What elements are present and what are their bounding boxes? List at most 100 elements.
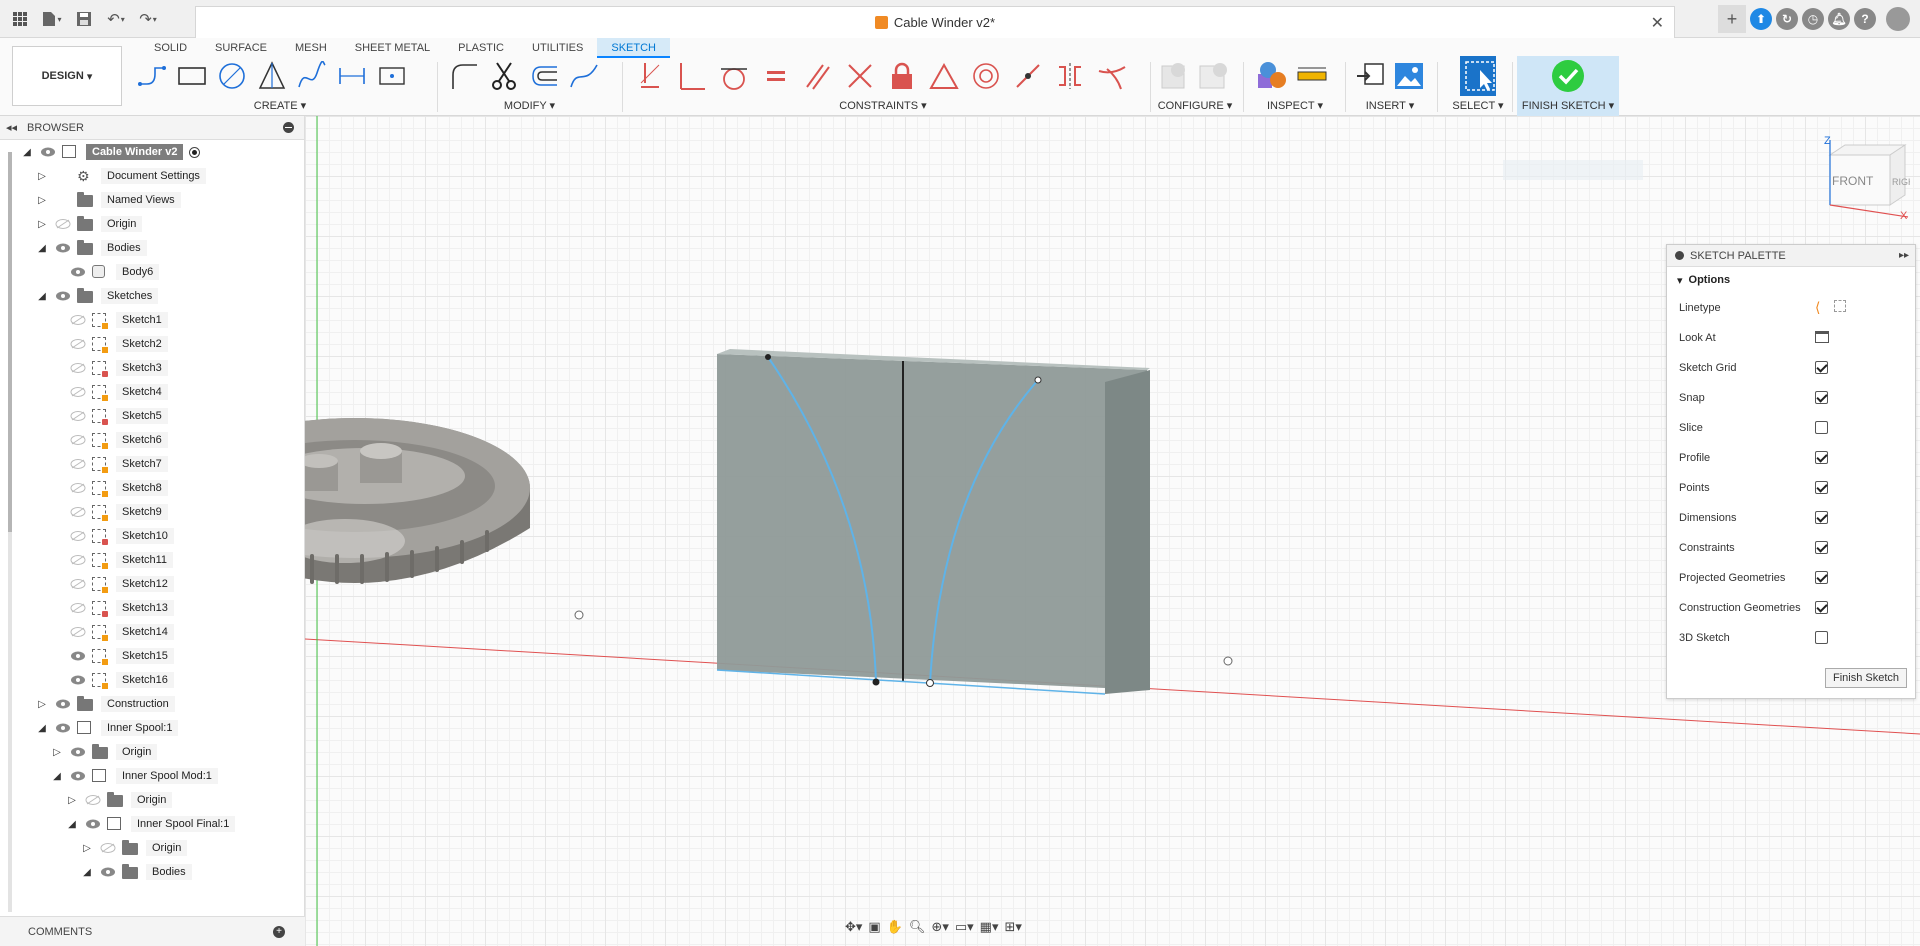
close-tab-icon[interactable]: ✕ bbox=[1651, 13, 1664, 33]
palette-checkbox[interactable] bbox=[1815, 511, 1828, 524]
fix-lock-icon[interactable] bbox=[884, 58, 920, 94]
visibility-eye-icon[interactable] bbox=[70, 675, 86, 685]
visibility-eye-icon[interactable] bbox=[70, 459, 86, 469]
palette-checkbox[interactable] bbox=[1815, 391, 1828, 404]
browser-tree-item[interactable]: Sketch10 bbox=[0, 524, 304, 548]
collapse-arrow-icon[interactable]: ◢ bbox=[35, 243, 49, 254]
minimize-palette-icon[interactable] bbox=[1675, 251, 1684, 260]
finish-sketch-label[interactable]: FINISH SKETCH ▾ bbox=[1517, 99, 1619, 112]
collapse-arrow-icon[interactable]: ◢ bbox=[80, 867, 94, 878]
browser-tree-item[interactable]: ◢ Inner Spool Final:1 bbox=[0, 812, 304, 836]
activate-radio-icon[interactable] bbox=[189, 146, 201, 158]
midpoint-icon[interactable] bbox=[926, 58, 962, 94]
visibility-eye-icon[interactable] bbox=[55, 243, 71, 253]
parallel-icon[interactable] bbox=[800, 58, 836, 94]
browser-tree-item[interactable]: Sketch2 bbox=[0, 332, 304, 356]
browser-tree-item[interactable]: Sketch13 bbox=[0, 596, 304, 620]
visibility-eye-icon[interactable] bbox=[70, 579, 86, 589]
finish-sketch-check-icon[interactable] bbox=[1550, 58, 1586, 94]
document-tab[interactable]: Cable Winder v2* ✕ bbox=[195, 6, 1675, 38]
tab-sketch[interactable]: SKETCH bbox=[597, 38, 670, 58]
expand-arrow-icon[interactable]: ▷ bbox=[35, 219, 49, 230]
visibility-eye-icon[interactable] bbox=[85, 819, 101, 829]
palette-checkbox[interactable] bbox=[1815, 481, 1828, 494]
visibility-eye-icon[interactable] bbox=[40, 147, 56, 157]
select-label[interactable]: SELECT ▾ bbox=[1443, 99, 1513, 112]
polygon-icon[interactable] bbox=[254, 58, 290, 94]
help-icon[interactable]: ? bbox=[1854, 8, 1876, 30]
visibility-eye-icon[interactable] bbox=[70, 315, 86, 325]
save-icon[interactable] bbox=[70, 5, 98, 33]
rectangle-icon[interactable] bbox=[174, 58, 210, 94]
browser-tree-item[interactable]: ▷ Named Views bbox=[0, 188, 304, 212]
browser-tree-item[interactable]: ▷ Origin bbox=[0, 740, 304, 764]
clock-icon[interactable]: ◷ bbox=[1802, 8, 1824, 30]
browser-tree-item[interactable]: Sketch9 bbox=[0, 500, 304, 524]
visibility-eye-icon[interactable] bbox=[70, 531, 86, 541]
tab-plastic[interactable]: PLASTIC bbox=[444, 38, 518, 58]
collapse-arrow-icon[interactable]: ◢ bbox=[50, 771, 64, 782]
palette-checkbox[interactable] bbox=[1815, 571, 1828, 584]
viewports-icon[interactable]: ⊞▾ bbox=[1004, 919, 1021, 935]
offset-icon[interactable] bbox=[526, 58, 562, 94]
minimize-panel-icon[interactable] bbox=[283, 122, 294, 133]
zoom-window-icon[interactable]: ⊕▾ bbox=[931, 919, 948, 935]
browser-tree-item[interactable]: ◢ Inner Spool:1 bbox=[0, 716, 304, 740]
coincident-icon[interactable] bbox=[674, 58, 710, 94]
file-menu-icon[interactable]: ▾ bbox=[38, 5, 66, 33]
visibility-eye-icon[interactable] bbox=[55, 699, 71, 709]
browser-tree-item[interactable]: Sketch4 bbox=[0, 380, 304, 404]
visibility-eye-icon[interactable] bbox=[55, 723, 71, 733]
horizontal-vertical-icon[interactable] bbox=[632, 58, 668, 94]
job-status-icon[interactable]: ↻ bbox=[1776, 8, 1798, 30]
visibility-eye-icon[interactable] bbox=[70, 363, 86, 373]
tab-solid[interactable]: SOLID bbox=[140, 38, 201, 58]
tab-surface[interactable]: SURFACE bbox=[201, 38, 281, 58]
avatar[interactable] bbox=[1886, 7, 1910, 31]
parameters-icon[interactable] bbox=[1159, 58, 1193, 94]
notification-bell-icon[interactable]: 🔔︎ bbox=[1828, 8, 1850, 30]
collapse-arrow-icon[interactable]: ◢ bbox=[20, 147, 34, 158]
new-tab-icon[interactable]: + bbox=[1718, 5, 1746, 33]
select-cursor-icon[interactable] bbox=[1460, 56, 1496, 96]
linetype-centerline-icon[interactable] bbox=[1833, 300, 1846, 312]
palette-checkbox[interactable] bbox=[1815, 631, 1828, 644]
visibility-eye-icon[interactable] bbox=[100, 867, 116, 877]
expand-arrow-icon[interactable]: ▷ bbox=[35, 195, 49, 206]
options-section[interactable]: ▾ Options bbox=[1667, 267, 1915, 293]
point-icon[interactable] bbox=[374, 58, 410, 94]
browser-tree-item[interactable]: ▷ Origin bbox=[0, 836, 304, 860]
browser-tree-item[interactable]: Sketch5 bbox=[0, 404, 304, 428]
browser-tree-item[interactable]: Sketch6 bbox=[0, 428, 304, 452]
palette-checkbox[interactable] bbox=[1815, 541, 1828, 554]
visibility-eye-icon[interactable] bbox=[85, 795, 101, 805]
visibility-eye-icon[interactable] bbox=[70, 747, 86, 757]
visibility-eye-icon[interactable] bbox=[70, 483, 86, 493]
orbit-icon[interactable]: ✥▾ bbox=[845, 919, 862, 935]
browser-tree-item[interactable]: ◢ Bodies bbox=[0, 860, 304, 884]
visibility-eye-icon[interactable] bbox=[70, 267, 86, 277]
browser-tree-item[interactable]: ▷ Construction bbox=[0, 692, 304, 716]
finish-sketch-group[interactable]: FINISH SKETCH ▾ bbox=[1517, 56, 1619, 116]
constraints-label[interactable]: CONSTRAINTS ▾ bbox=[628, 99, 1138, 112]
measure-icon[interactable] bbox=[1294, 58, 1330, 94]
fillet-icon[interactable] bbox=[446, 58, 482, 94]
palette-finish-sketch-button[interactable]: Finish Sketch bbox=[1825, 668, 1907, 688]
palette-checkbox[interactable] bbox=[1815, 601, 1828, 614]
view-cube[interactable]: FRONT RIGHT Z X bbox=[1810, 135, 1920, 225]
collapse-arrow-icon[interactable]: ◢ bbox=[35, 723, 49, 734]
display-settings-icon[interactable]: ▭▾ bbox=[955, 919, 974, 935]
look-at-icon[interactable] bbox=[1815, 331, 1829, 343]
browser-tree-item[interactable]: Sketch16 bbox=[0, 668, 304, 692]
canvas-image-icon[interactable] bbox=[1392, 58, 1426, 94]
grid-settings-icon[interactable]: ▦▾ bbox=[980, 919, 999, 935]
zoom-icon[interactable]: 🔍︎ bbox=[909, 919, 926, 935]
perpendicular-icon[interactable] bbox=[842, 58, 878, 94]
browser-tree-item[interactable]: Sketch3 bbox=[0, 356, 304, 380]
spool-body[interactable] bbox=[305, 418, 530, 584]
visibility-eye-icon[interactable] bbox=[70, 339, 86, 349]
look-at-icon[interactable]: ▣ bbox=[868, 919, 880, 935]
expand-arrow-icon[interactable]: ▷ bbox=[65, 795, 79, 806]
collapse-arrow-icon[interactable]: ◢ bbox=[65, 819, 79, 830]
tab-mesh[interactable]: MESH bbox=[281, 38, 341, 58]
